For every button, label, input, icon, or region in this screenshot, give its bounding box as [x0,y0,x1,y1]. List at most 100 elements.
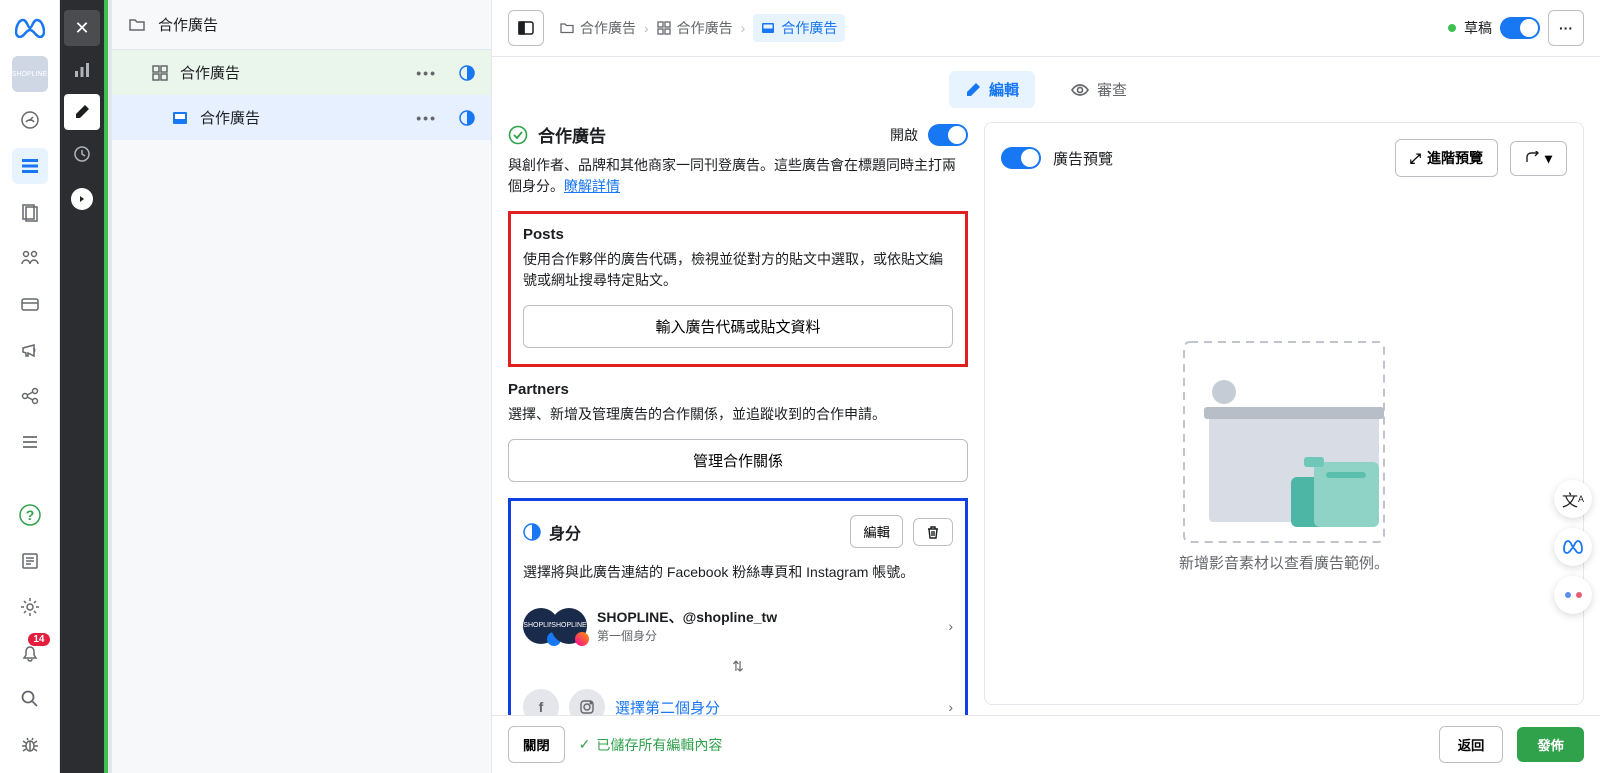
identity-desc: 選擇將與此廣告連結的 Facebook 粉絲專頁和 Instagram 帳號。 [523,562,953,583]
chevron-right-icon: › [741,20,746,36]
tree-header[interactable]: 合作廣告 [112,0,491,50]
account-avatar[interactable]: SHOPLINE [12,56,48,92]
tool-rail: ✕ [60,0,104,773]
preview-placeholder: 新增影音素材以查看廣告範例。 [1001,197,1567,688]
crumb-adset[interactable]: 合作廣告 [657,18,733,38]
posts-title: Posts [523,226,953,243]
close-panel-button[interactable]: ✕ [64,10,100,46]
ig-avatar: SHOPLINE [551,608,587,644]
identity-delete-button[interactable] [913,518,953,546]
saved-indicator: ✓已儲存所有編輯內容 [579,735,723,755]
close-button[interactable]: 關閉 [508,726,565,763]
more-icon[interactable]: ••• [416,110,437,126]
status-label: 草稿 [1464,18,1492,38]
main-panel: 合作廣告 › 合作廣告 › 合作廣告 草稿 ··· 編輯 審查 合作廣告 [492,0,1600,773]
more-icon[interactable]: ••• [416,65,437,81]
panel-toggle-button[interactable] [508,10,544,46]
partners-title: Partners [508,381,968,398]
learn-more-link[interactable]: 瞭解詳情 [564,178,620,194]
tab-review[interactable]: 審查 [1055,71,1143,108]
identity-edit-button[interactable]: 編輯 [850,515,903,548]
expand-rail-button[interactable] [71,188,93,210]
tree-adset[interactable]: 合作廣告 ••• [112,50,491,95]
tab-edit[interactable]: 編輯 [949,71,1035,108]
preview-title: 廣告預覽 [1053,148,1113,169]
svg-text:?: ? [25,507,34,523]
identity-primary-row[interactable]: SHOPLINE SHOPLINE SHOPLINE、@shopline_tw … [523,597,953,654]
share-preview-button[interactable]: ▾ [1510,141,1567,176]
manage-partners-button[interactable]: 管理合作關係 [508,439,968,482]
identity-title: 身分 [523,520,581,544]
audiences-icon[interactable] [12,240,48,276]
megaphone-icon[interactable] [12,332,48,368]
partner-ad-toggle[interactable] [928,124,968,146]
ads-manager-icon[interactable] [12,148,48,184]
history-tool-icon[interactable] [64,136,100,172]
ad-label: 合作廣告 [200,107,404,128]
adset-icon [152,65,168,81]
advanced-preview-button[interactable]: ⤢進階預覽 [1395,139,1498,177]
toggle-label: 開啟 [890,125,918,145]
notif-badge: 14 [28,633,49,646]
status-dot-icon [1448,24,1456,32]
half-circle-icon [459,65,475,81]
chevron-right-icon: › [644,20,649,36]
partners-desc: 選擇、新增及管理廣告的合作關係，並追蹤收到的合作申請。 [508,404,968,425]
campaign-label: 合作廣告 [158,14,218,35]
all-tools-icon[interactable] [12,424,48,460]
floating-actions: 文A [1554,480,1592,614]
identity-sub: 第一個身分 [597,627,777,644]
notifications-icon[interactable]: 14 [12,635,48,671]
bug-icon[interactable] [12,727,48,763]
topbar: 合作廣告 › 合作廣告 › 合作廣告 草稿 ··· [492,0,1600,57]
chevron-right-icon: › [948,618,953,634]
structure-tree: 合作廣告 合作廣告 ••• 合作廣告 ••• [112,0,492,773]
partner-ad-desc: 與創作者、品牌和其他商家一同刊登廣告。這些廣告會在標題同時主打兩個身分。瞭解詳情 [508,155,968,197]
adset-label: 合作廣告 [180,62,404,83]
swap-icon: ⇅ [523,654,953,679]
folder-icon [128,16,146,34]
instagram-icon [569,689,605,715]
more-menu-button[interactable]: ··· [1548,10,1584,46]
publish-button[interactable]: 發佈 [1517,727,1584,762]
edit-tool-icon[interactable] [64,94,100,130]
breadcrumb: 合作廣告 › 合作廣告 › 合作廣告 [560,14,845,42]
identity-highlight-box: 身分 編輯 選擇將與此廣告連結的 Facebook 粉絲專頁和 Instagra… [508,498,968,715]
ad-icon [172,110,188,126]
news-icon[interactable] [12,543,48,579]
help-icon[interactable]: ? [12,497,48,533]
assistant-fab-icon[interactable] [1554,576,1592,614]
posts-desc: 使用合作夥伴的廣告代碼，檢視並從對方的貼文中選取，或依貼文編號或網址搜尋特定貼文… [523,249,953,291]
preview-column: 廣告預覽 ⤢進階預覽 ▾ 新 [984,122,1584,705]
crumb-campaign[interactable]: 合作廣告 [560,18,636,38]
facebook-icon: f [523,689,559,715]
form-column: 合作廣告 開啟 與創作者、品牌和其他商家一同刊登廣告。這些廣告會在標題同時主打兩… [508,122,968,715]
enter-post-code-button[interactable]: 輸入廣告代碼或貼文資料 [523,305,953,348]
translate-fab-icon[interactable]: 文A [1554,480,1592,518]
tabs: 編輯 審查 [492,57,1600,122]
chart-tool-icon[interactable] [64,52,100,88]
reports-icon[interactable] [12,194,48,230]
meta-fab-icon[interactable] [1554,528,1592,566]
meta-logo-icon [12,10,48,46]
secondary-prompt: 選擇第二個身分 [615,697,720,716]
search-icon[interactable] [12,681,48,717]
events-icon[interactable] [12,378,48,414]
chevron-right-icon: › [948,699,953,715]
identity-name: SHOPLINE、@shopline_tw [597,607,777,627]
left-rail: SHOPLINE ? 14 [0,0,60,773]
crumb-ad[interactable]: 合作廣告 [753,14,845,42]
settings-icon[interactable] [12,589,48,625]
status-toggle[interactable] [1500,17,1540,39]
partner-ad-title: 合作廣告 [538,122,606,147]
tree-ad[interactable]: 合作廣告 ••• [112,95,491,140]
posts-highlight-box: Posts 使用合作夥伴的廣告代碼，檢視並從對方的貼文中選取，或依貼文編號或網址… [508,211,968,367]
back-button[interactable]: 返回 [1439,726,1504,763]
footer-bar: 關閉 ✓已儲存所有編輯內容 返回 發佈 [492,715,1600,773]
identity-secondary-row[interactable]: f 選擇第二個身分 › [523,679,953,715]
dashboard-icon[interactable] [12,102,48,138]
preview-toggle[interactable] [1001,147,1041,169]
preview-caption: 新增影音素材以查看廣告範例。 [1179,552,1389,573]
billing-icon[interactable] [12,286,48,322]
check-icon [508,125,528,145]
